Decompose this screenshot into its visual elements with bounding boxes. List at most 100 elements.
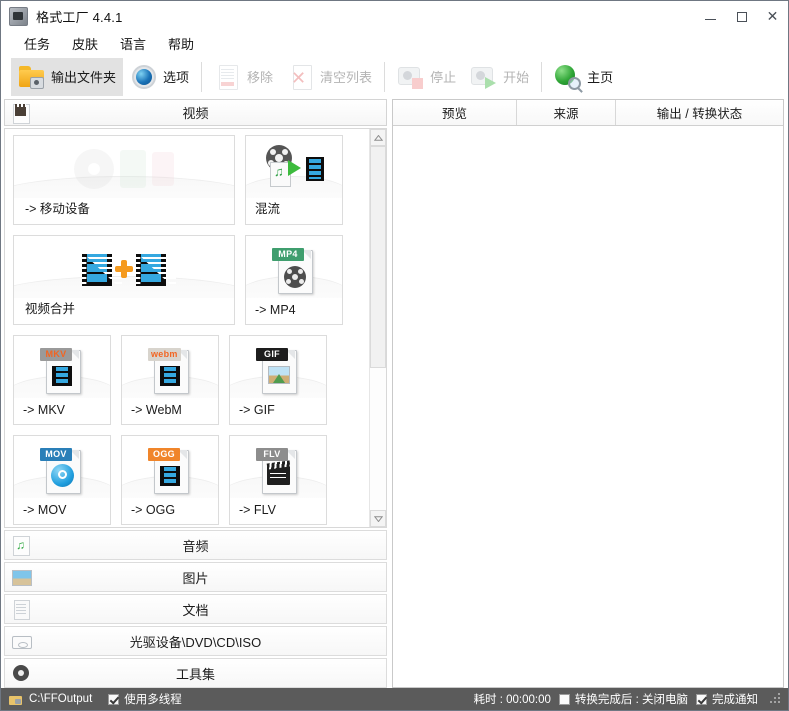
tile-label: -> FLV: [230, 503, 326, 524]
maximize-icon: [737, 12, 747, 22]
menu-item-tasks[interactable]: 任务: [15, 33, 59, 54]
tile-webm[interactable]: webm -> WebM: [121, 335, 219, 425]
mux-icon: [246, 140, 342, 198]
sidebar-item-document[interactable]: 文档: [4, 594, 387, 624]
picture-icon: [11, 567, 31, 587]
scroll-track[interactable]: [370, 146, 386, 510]
tile-flv[interactable]: FLV -> FLV: [229, 435, 327, 525]
category-pane: 视频 -> 移动设备: [1, 99, 389, 688]
tiles-vertical-scrollbar[interactable]: [369, 129, 386, 527]
start-button[interactable]: 开始: [463, 58, 536, 96]
tile-label: 混流: [246, 198, 342, 224]
tile-mp4[interactable]: MP4 -> MP4: [245, 235, 343, 325]
optical-drive-icon: [11, 631, 31, 651]
window-controls: ✕: [695, 1, 788, 32]
music-note-icon: ♫: [11, 535, 31, 555]
checkbox-box[interactable]: [696, 694, 707, 705]
tile-mux[interactable]: 混流: [245, 135, 343, 225]
category-header-video[interactable]: 视频: [4, 99, 387, 126]
category-label: 音频: [5, 536, 386, 555]
tile-ogg[interactable]: OGG -> OGG: [121, 435, 219, 525]
gear-option-icon: [130, 63, 158, 91]
maximize-button[interactable]: [726, 1, 757, 32]
clear-list-button[interactable]: ✕ 清空列表: [280, 58, 379, 96]
tile-label: -> MKV: [14, 403, 110, 424]
options-button[interactable]: 选项: [123, 58, 196, 96]
tile-label: -> MOV: [14, 503, 110, 524]
column-header-source[interactable]: 来源: [517, 100, 616, 125]
folder-small-icon: [9, 694, 22, 705]
sidebar-item-picture[interactable]: 图片: [4, 562, 387, 592]
tile-mobile-devices[interactable]: -> 移动设备: [13, 135, 235, 225]
output-folder-label: 输出文件夹: [51, 67, 116, 86]
window-title: 格式工厂 4.4.1: [36, 7, 123, 26]
clear-list-icon: ✕: [287, 63, 315, 91]
category-label: 光驱设备\DVD\CD\ISO: [5, 632, 386, 651]
task-list-body[interactable]: [393, 126, 783, 687]
output-folder-button[interactable]: 输出文件夹: [11, 58, 123, 96]
notify-checkbox[interactable]: 完成通知: [696, 691, 758, 707]
sidebar-item-toolset[interactable]: 工具集: [4, 658, 387, 688]
menu-item-language[interactable]: 语言: [111, 33, 155, 54]
file-gif-icon: GIF: [230, 340, 326, 398]
close-icon: ✕: [767, 10, 779, 24]
tile-row: -> 移动设备: [13, 135, 365, 225]
menu-item-help[interactable]: 帮助: [159, 33, 203, 54]
tile-row: MOV -> MOV OGG: [13, 435, 365, 525]
tile-mov[interactable]: MOV -> MOV: [13, 435, 111, 525]
file-webm-icon: webm: [122, 340, 218, 398]
title-bar: 格式工厂 4.4.1 ✕: [1, 1, 788, 32]
stop-button[interactable]: 停止: [390, 58, 463, 96]
minimize-icon: [705, 19, 716, 20]
multithread-label: 使用多线程: [124, 691, 182, 707]
home-button[interactable]: 主页: [547, 58, 620, 96]
checkbox-box[interactable]: [559, 694, 570, 705]
remove-button[interactable]: 移除: [207, 58, 280, 96]
toolbar-separator-1: [201, 62, 202, 92]
file-tag: MKV: [40, 348, 72, 361]
column-header-preview[interactable]: 预览: [393, 100, 517, 125]
minimize-button[interactable]: [695, 1, 726, 32]
tile-label: -> WebM: [122, 403, 218, 424]
shutdown-after-checkbox[interactable]: 转换完成后 : 关闭电脑: [559, 691, 688, 707]
app-window: 格式工厂 4.4.1 ✕ 任务 皮肤 语言 帮助 输出文件夹 选项: [0, 0, 789, 711]
toolbar-separator-2: [384, 62, 385, 92]
scroll-up-button[interactable]: [370, 129, 386, 146]
multithread-checkbox[interactable]: 使用多线程: [108, 691, 182, 707]
tile-label: -> GIF: [230, 403, 326, 424]
start-icon: [470, 63, 498, 91]
column-header-output[interactable]: 输出 / 转换状态: [616, 100, 783, 125]
menu-item-skin[interactable]: 皮肤: [63, 33, 107, 54]
toolbar-separator-3: [541, 62, 542, 92]
stop-icon: [397, 63, 425, 91]
video-merge-icon: [14, 240, 234, 298]
close-button[interactable]: ✕: [757, 1, 788, 32]
tile-mkv[interactable]: MKV -> MKV: [13, 335, 111, 425]
scroll-down-button[interactable]: [370, 510, 386, 527]
sidebar-item-audio[interactable]: ♫ 音频: [4, 530, 387, 560]
main-area: 视频 -> 移动设备: [1, 99, 788, 688]
remove-label: 移除: [247, 67, 273, 86]
stop-label: 停止: [430, 67, 456, 86]
file-tag: OGG: [148, 448, 180, 461]
tiles-grid: -> 移动设备: [5, 129, 369, 527]
file-ogg-icon: OGG: [122, 440, 218, 498]
task-list-header: 预览 来源 输出 / 转换状态: [393, 100, 783, 126]
output-path-label[interactable]: C:\FFOutput: [29, 693, 92, 705]
tile-gif[interactable]: GIF -> GIF: [229, 335, 327, 425]
file-mkv-icon: MKV: [14, 340, 110, 398]
toolbar: 输出文件夹 选项 移除 ✕ 清空列表: [1, 54, 788, 99]
resize-grip-icon[interactable]: [768, 693, 780, 705]
file-tag: FLV: [256, 448, 288, 461]
task-list-pane: 预览 来源 输出 / 转换状态: [392, 99, 784, 688]
sidebar-item-optical-drive[interactable]: 光驱设备\DVD\CD\ISO: [4, 626, 387, 656]
checkbox-box[interactable]: [108, 694, 119, 705]
home-globe-icon: [554, 63, 582, 91]
tile-video-merge[interactable]: 视频合并: [13, 235, 235, 325]
scroll-thumb[interactable]: [370, 146, 386, 368]
category-title-video: 视频: [5, 103, 386, 122]
tile-row: 视频合并 MP4: [13, 235, 365, 325]
app-icon: [9, 7, 28, 26]
tiles-scroll-region: -> 移动设备: [4, 128, 387, 528]
elapsed-time-label: 耗时 : 00:00:00: [474, 691, 551, 707]
